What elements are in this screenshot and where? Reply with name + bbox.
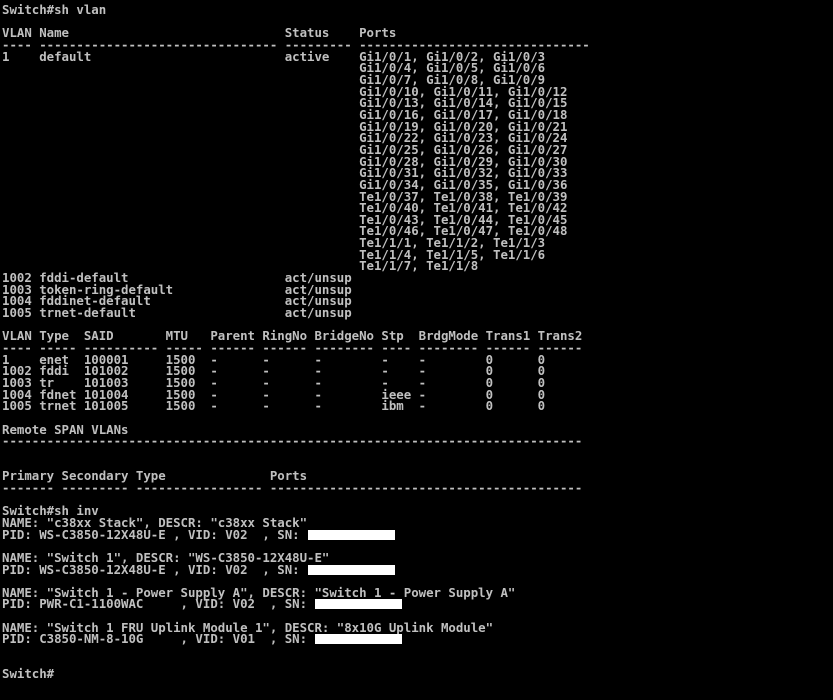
terminal-line: Switch# [2, 668, 831, 680]
terminal-line: PID: PWR-C1-1100WAC , VID: V02 , SN: [2, 598, 831, 610]
terminal-line: PID: C3850-NM-8-10G , VID: V01 , SN: [2, 633, 831, 645]
terminal-line: PID: WS-C3850-12X48U-E , VID: V02 , SN: [2, 528, 831, 540]
terminal-line: PID: WS-C3850-12X48U-E , VID: V02 , SN: [2, 563, 831, 575]
terminal-line: Switch#sh vlan [2, 4, 831, 16]
terminal-line: 1005 trnet 101005 1500 - - - ibm - 0 0 [2, 400, 831, 412]
terminal-line: ------- --------- ----------------- ----… [2, 481, 831, 493]
terminal-line: ----------------------------------------… [2, 435, 831, 447]
terminal-line-text: Switch# [2, 666, 55, 682]
redacted-serial-number [315, 599, 402, 610]
terminal-window[interactable]: Switch#sh vlan VLAN Name Status Ports ----… [2, 4, 831, 698]
terminal-line: 1005 trnet-default act/unsup [2, 306, 831, 318]
redacted-serial-number [308, 564, 395, 575]
redacted-serial-number [308, 529, 395, 540]
redacted-serial-number [315, 634, 402, 645]
